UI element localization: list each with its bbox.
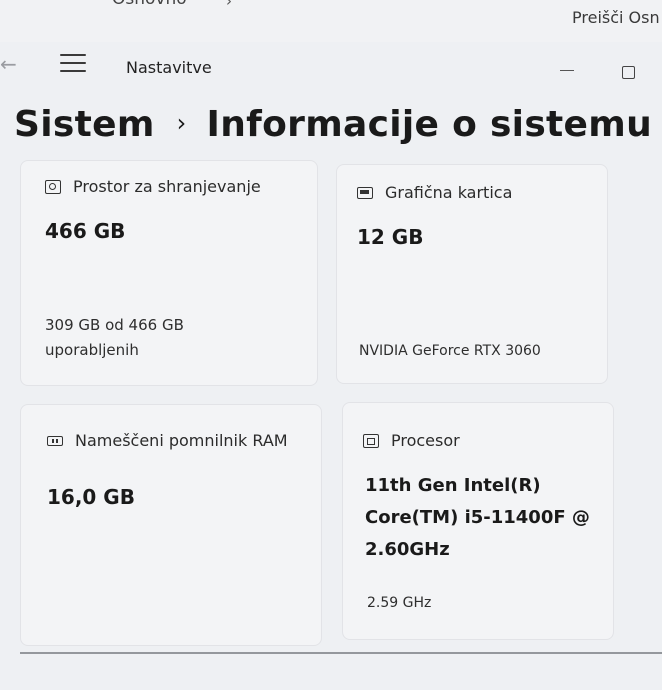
storage-value: 466 GB <box>45 219 126 243</box>
ram-card[interactable]: Nameščeni pomnilnik RAM 16,0 GB <box>20 404 322 646</box>
storage-detail-line2: uporabljenih <box>45 341 139 359</box>
breadcrumb-current: Informacije o sistemu <box>206 104 653 145</box>
processor-label: Procesor <box>391 431 460 450</box>
graphics-card-label: Grafična kartica <box>385 183 513 202</box>
storage-card[interactable]: Prostor za shranjevanje 466 GB 309 GB od… <box>20 160 318 386</box>
divider <box>20 652 662 654</box>
storage-detail-line1: 309 GB od 466 GB <box>45 316 184 334</box>
maximize-icon[interactable] <box>622 66 635 79</box>
breadcrumb-separator: › <box>176 109 187 137</box>
graphics-card-model: NVIDIA GeForce RTX 3060 <box>359 343 541 359</box>
app-title: Nastavitve <box>126 58 212 77</box>
ram-icon <box>47 435 63 446</box>
processor-speed: 2.59 GHz <box>367 595 432 611</box>
processor-value-line1: 11th Gen Intel(R) <box>365 475 541 496</box>
processor-value-line3: 2.60GHz <box>365 539 450 560</box>
settings-window: ← Nastavitve Sistem › Informacije o sistem… <box>0 42 662 690</box>
storage-icon <box>45 179 61 194</box>
title-bar: ← Nastavitve <box>0 42 662 96</box>
hamburger-menu-icon[interactable] <box>60 54 86 72</box>
graphics-card-card[interactable]: Grafična kartica 12 GB NVIDIA GeForce RT… <box>336 164 608 384</box>
processor-value-line2: Core(TM) i5-11400F @ <box>365 507 590 528</box>
storage-label: Prostor za shranjevanje <box>73 177 261 196</box>
processor-card[interactable]: Procesor 11th Gen Intel(R) Core(TM) i5-1… <box>342 402 614 640</box>
back-arrow-icon[interactable]: ← <box>0 52 17 76</box>
ram-value: 16,0 GB <box>47 485 135 509</box>
background-window-strip: Osnovno › Preišči Osn <box>0 0 662 43</box>
ram-label: Nameščeni pomnilnik RAM <box>75 431 288 450</box>
background-breadcrumb: Osnovno <box>112 0 187 9</box>
background-jump-link[interactable]: Preišči Osn <box>572 8 660 27</box>
minimize-icon[interactable] <box>560 70 574 71</box>
page-title: Sistem › Informacije o sistemu <box>14 104 652 145</box>
graphics-card-icon <box>357 186 373 199</box>
breadcrumb-parent[interactable]: Sistem <box>14 104 155 145</box>
chevron-right-icon: › <box>226 0 232 10</box>
processor-icon <box>363 433 379 448</box>
graphics-card-value: 12 GB <box>357 225 424 249</box>
